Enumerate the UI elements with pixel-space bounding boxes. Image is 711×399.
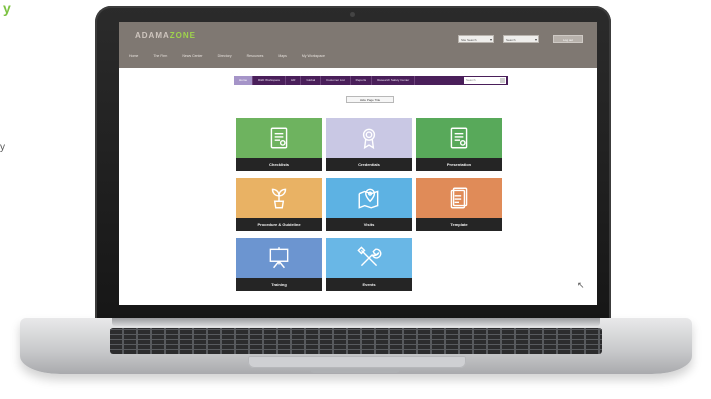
subnav-item-rd-workspace[interactable]: R&D Workspace xyxy=(253,76,287,85)
tile-top xyxy=(416,118,502,158)
tile-label: Checklists xyxy=(236,158,322,171)
subnav-item-global[interactable]: Global xyxy=(301,76,322,85)
tile-credentials[interactable]: Credentials xyxy=(326,118,412,171)
hide-page-title-button[interactable]: Hide Page Title xyxy=(346,96,394,103)
tile-label: Procedure & Guideline xyxy=(236,218,322,231)
nav-resources[interactable]: Resources xyxy=(247,52,264,60)
edge-mark-green: y xyxy=(3,0,11,16)
edge-mark-dark: y xyxy=(0,142,5,153)
tile-top xyxy=(326,238,412,278)
subnav-item-reports[interactable]: Reports xyxy=(351,76,373,85)
site-search-select[interactable]: Site Search xyxy=(458,35,494,44)
tile-label: Training xyxy=(236,278,322,291)
medal-icon xyxy=(362,128,376,150)
tile-template[interactable]: Template xyxy=(416,178,502,231)
base-notch xyxy=(310,369,400,373)
nav-the-firm[interactable]: The Firm xyxy=(153,52,167,60)
webcam xyxy=(350,12,355,17)
tile-label: Visits xyxy=(326,218,412,231)
laptop-screen: ADAMAZONE Site Search Search Log out Hom… xyxy=(119,22,597,305)
logo-text: ADAMA xyxy=(135,31,170,40)
map-pin-icon xyxy=(358,188,379,209)
document-icon xyxy=(270,127,288,149)
mouse-cursor-icon: ↖ xyxy=(577,280,585,290)
tile-top xyxy=(416,178,502,218)
nav-home[interactable]: Home xyxy=(129,52,138,60)
template-icon xyxy=(450,187,468,209)
main-nav: Home The Firm News Center Directory Reso… xyxy=(129,52,325,60)
tile-top xyxy=(326,178,412,218)
tile-checklists[interactable]: Checklists xyxy=(236,118,322,171)
search-select[interactable]: Search xyxy=(503,35,539,44)
tile-procedure-guideline[interactable]: Procedure & Guideline xyxy=(236,178,322,231)
presentation-board-icon xyxy=(269,247,289,269)
tile-top xyxy=(236,178,322,218)
tile-label: Presentation xyxy=(416,158,502,171)
tile-top xyxy=(326,118,412,158)
subnav-item-research-safety[interactable]: Research Safety Center xyxy=(372,76,416,85)
trackpad xyxy=(248,356,466,368)
tools-icon xyxy=(357,246,382,267)
tile-top xyxy=(236,118,322,158)
subnav-item-home[interactable]: Home xyxy=(234,76,254,85)
subnav-item-customer-list[interactable]: Customer List xyxy=(321,76,351,85)
tile-training[interactable]: Training xyxy=(236,238,322,291)
logout-button[interactable]: Log out xyxy=(553,35,583,43)
app-logo[interactable]: ADAMAZONE xyxy=(135,31,196,40)
tile-label: Credentials xyxy=(326,158,412,171)
app-header: ADAMAZONE Site Search Search Log out Hom… xyxy=(119,22,597,68)
nav-my-workspace[interactable]: My Workspace xyxy=(302,52,325,60)
nav-directory[interactable]: Directory xyxy=(218,52,232,60)
tile-label: Events xyxy=(326,278,412,291)
subnav-search-input[interactable]: Search xyxy=(464,77,506,84)
keyboard xyxy=(110,328,602,354)
nav-news-center[interactable]: News Center xyxy=(182,52,202,60)
tile-events[interactable]: Events xyxy=(326,238,412,291)
nav-maps[interactable]: Maps xyxy=(278,52,287,60)
tile-visits[interactable]: Visits xyxy=(326,178,412,231)
subnav-item-hr[interactable]: HR xyxy=(286,76,302,85)
tile-presentation[interactable]: Presentation xyxy=(416,118,502,171)
tile-label: Template xyxy=(416,218,502,231)
plant-icon xyxy=(271,188,287,209)
tile-top xyxy=(236,238,322,278)
laptop-hinge xyxy=(112,318,600,326)
logo-accent-text: ZONE xyxy=(169,31,197,40)
document-icon xyxy=(450,127,468,149)
